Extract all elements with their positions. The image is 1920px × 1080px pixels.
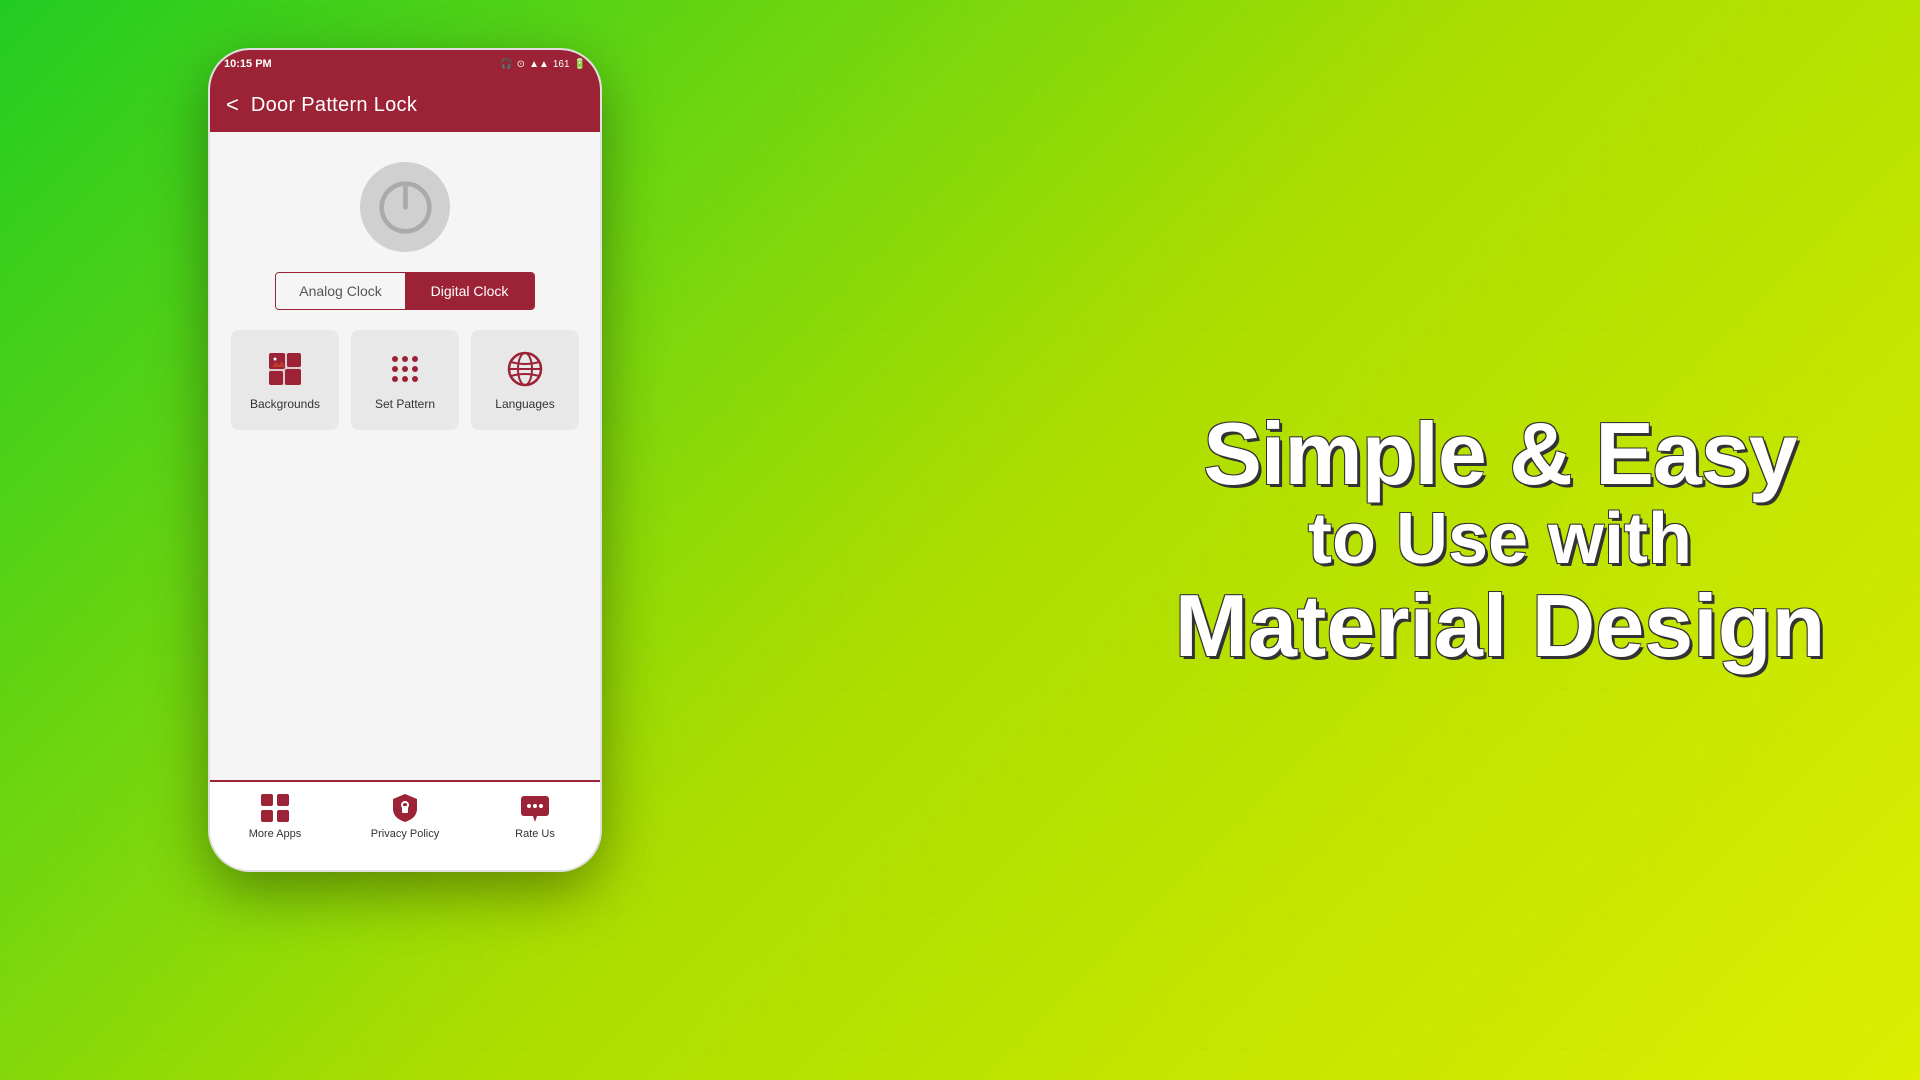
backgrounds-label: Backgrounds	[250, 397, 320, 411]
privacy-policy-icon	[389, 792, 421, 824]
power-icon	[378, 180, 433, 235]
status-icons: 🎧 ⊙ ▲▲ 161 🔋	[500, 59, 586, 70]
set-pattern-button[interactable]: Set Pattern	[351, 330, 459, 430]
phone-screen: 10:15 PM 🎧 ⊙ ▲▲ 161 🔋 < Door Pattern Loc…	[210, 50, 600, 870]
tagline-line2: to Use with	[1160, 500, 1840, 579]
more-apps-label: More Apps	[249, 828, 302, 841]
clock-toggle: Analog Clock Digital Clock	[275, 272, 535, 310]
rate-us-nav-item[interactable]: Rate Us	[470, 792, 600, 862]
backgrounds-button[interactable]: Backgrounds	[231, 330, 339, 430]
app-title: Door Pattern Lock	[251, 94, 417, 117]
set-pattern-label: Set Pattern	[375, 397, 435, 411]
scene: 10:15 PM 🎧 ⊙ ▲▲ 161 🔋 < Door Pattern Loc…	[0, 0, 1920, 1080]
rate-us-icon	[519, 792, 551, 824]
tagline-section: Simple & Easy to Use with Material Desig…	[1160, 408, 1840, 672]
back-button[interactable]: <	[226, 92, 239, 118]
tagline-line3: Material Design	[1160, 580, 1840, 672]
privacy-policy-label: Privacy Policy	[371, 828, 439, 841]
languages-label: Languages	[495, 397, 554, 411]
rate-us-label: Rate Us	[515, 828, 555, 841]
phone-frame: 10:15 PM 🎧 ⊙ ▲▲ 161 🔋 < Door Pattern Loc…	[210, 50, 600, 870]
languages-button[interactable]: Languages	[471, 330, 579, 430]
set-pattern-icon	[385, 349, 425, 389]
app-body: Analog Clock Digital Clock	[210, 132, 600, 780]
languages-icon	[505, 349, 545, 389]
tagline-line1: Simple & Easy	[1160, 408, 1840, 500]
backgrounds-icon	[265, 349, 305, 389]
digital-clock-button[interactable]: Digital Clock	[405, 273, 534, 309]
status-bar: 10:15 PM 🎧 ⊙ ▲▲ 161 🔋	[210, 50, 600, 78]
menu-grid: Backgrounds	[226, 330, 584, 430]
analog-clock-button[interactable]: Analog Clock	[276, 273, 405, 309]
status-time: 10:15 PM	[224, 58, 272, 70]
app-header: < Door Pattern Lock	[210, 78, 600, 132]
phone-wrapper: 10:15 PM 🎧 ⊙ ▲▲ 161 🔋 < Door Pattern Loc…	[150, 20, 670, 980]
more-apps-icon	[259, 792, 291, 824]
bottom-nav: More Apps Privacy Policy	[210, 780, 600, 870]
privacy-policy-nav-item[interactable]: Privacy Policy	[340, 792, 470, 862]
power-icon-container[interactable]	[360, 162, 450, 252]
more-apps-nav-item[interactable]: More Apps	[210, 792, 340, 862]
